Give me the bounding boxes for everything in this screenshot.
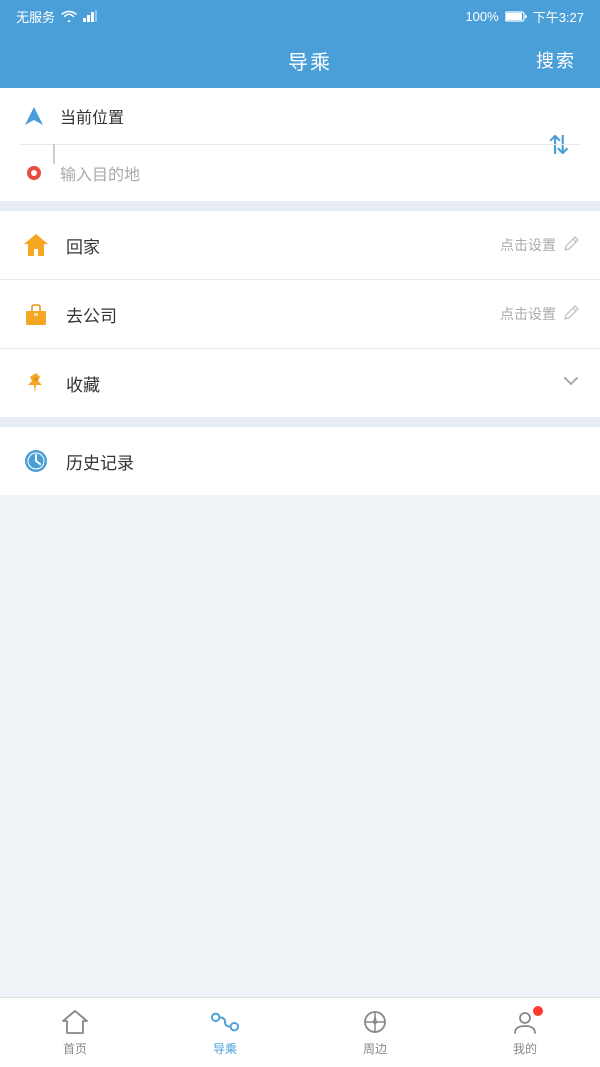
time-display: 下午3:27 (533, 7, 584, 26)
home-action-text: 点击设置 (500, 235, 556, 255)
battery-percent: 100% (465, 9, 498, 24)
nearby-nav-icon (361, 1008, 389, 1036)
nav-bar: 导乘 搜索 (0, 32, 600, 88)
work-icon (20, 298, 52, 330)
connector-line (53, 144, 55, 164)
mine-badge (533, 1006, 543, 1016)
section-divider-2 (0, 417, 600, 427)
work-edit-icon (564, 304, 580, 325)
work-label: 去公司 (66, 302, 500, 327)
wifi-icon (61, 10, 77, 22)
nav-title: 导乘 (288, 46, 332, 75)
destination-icon (20, 164, 48, 182)
favorites-item[interactable]: 收藏 (0, 349, 600, 417)
nav-nearby-label: 周边 (363, 1040, 387, 1057)
destination-row[interactable]: 输入目的地 (20, 144, 580, 201)
current-location-icon (20, 105, 48, 127)
status-right: 100% 下午3:27 (465, 7, 584, 26)
status-bar: 无服务 100% 下午3:27 (0, 0, 600, 32)
home-item[interactable]: 回家 点击设置 (0, 211, 600, 280)
history-label: 历史记录 (66, 449, 580, 474)
mine-nav-icon (511, 1008, 539, 1036)
history-icon (20, 445, 52, 477)
quick-items-section: 回家 点击设置 去公司 (0, 211, 600, 417)
nav-item-home[interactable]: 首页 (0, 998, 150, 1067)
home-label: 回家 (66, 233, 500, 258)
status-left: 无服务 (16, 7, 97, 26)
no-service-text: 无服务 (16, 7, 55, 26)
nav-mine-label: 我的 (513, 1040, 537, 1057)
favorites-icon (20, 367, 52, 399)
search-button[interactable]: 搜索 (536, 47, 576, 73)
section-divider-1 (0, 201, 600, 211)
nav-home-label: 首页 (63, 1040, 87, 1057)
history-item[interactable]: 历史记录 (0, 427, 600, 495)
bottom-nav: 首页 导乘 周边 (0, 997, 600, 1067)
location-section: 当前位置 ⇅ 输入目的地 (0, 88, 600, 201)
home-edit-icon (564, 235, 580, 256)
current-location-row[interactable]: 当前位置 ⇅ (20, 88, 580, 144)
guide-nav-icon (211, 1008, 239, 1036)
nav-item-nearby[interactable]: 周边 (300, 998, 450, 1067)
work-action: 点击设置 (500, 304, 580, 325)
main-content: 当前位置 ⇅ 输入目的地 (0, 88, 600, 1067)
signal-icon (83, 10, 97, 22)
nav-item-guide[interactable]: 导乘 (150, 998, 300, 1067)
destination-placeholder-text: 输入目的地 (60, 161, 580, 185)
battery-icon (505, 11, 527, 22)
nav-item-mine[interactable]: 我的 (450, 998, 600, 1067)
home-icon (20, 229, 52, 261)
current-location-text: 当前位置 (60, 104, 580, 128)
nav-guide-label: 导乘 (213, 1040, 237, 1057)
favorites-label: 收藏 (66, 371, 562, 396)
history-section: 历史记录 (0, 427, 600, 495)
home-nav-icon (61, 1008, 89, 1036)
work-action-text: 点击设置 (500, 304, 556, 324)
chevron-down-icon (562, 372, 580, 395)
favorites-action (562, 372, 580, 395)
home-action: 点击设置 (500, 235, 580, 256)
work-item[interactable]: 去公司 点击设置 (0, 280, 600, 349)
